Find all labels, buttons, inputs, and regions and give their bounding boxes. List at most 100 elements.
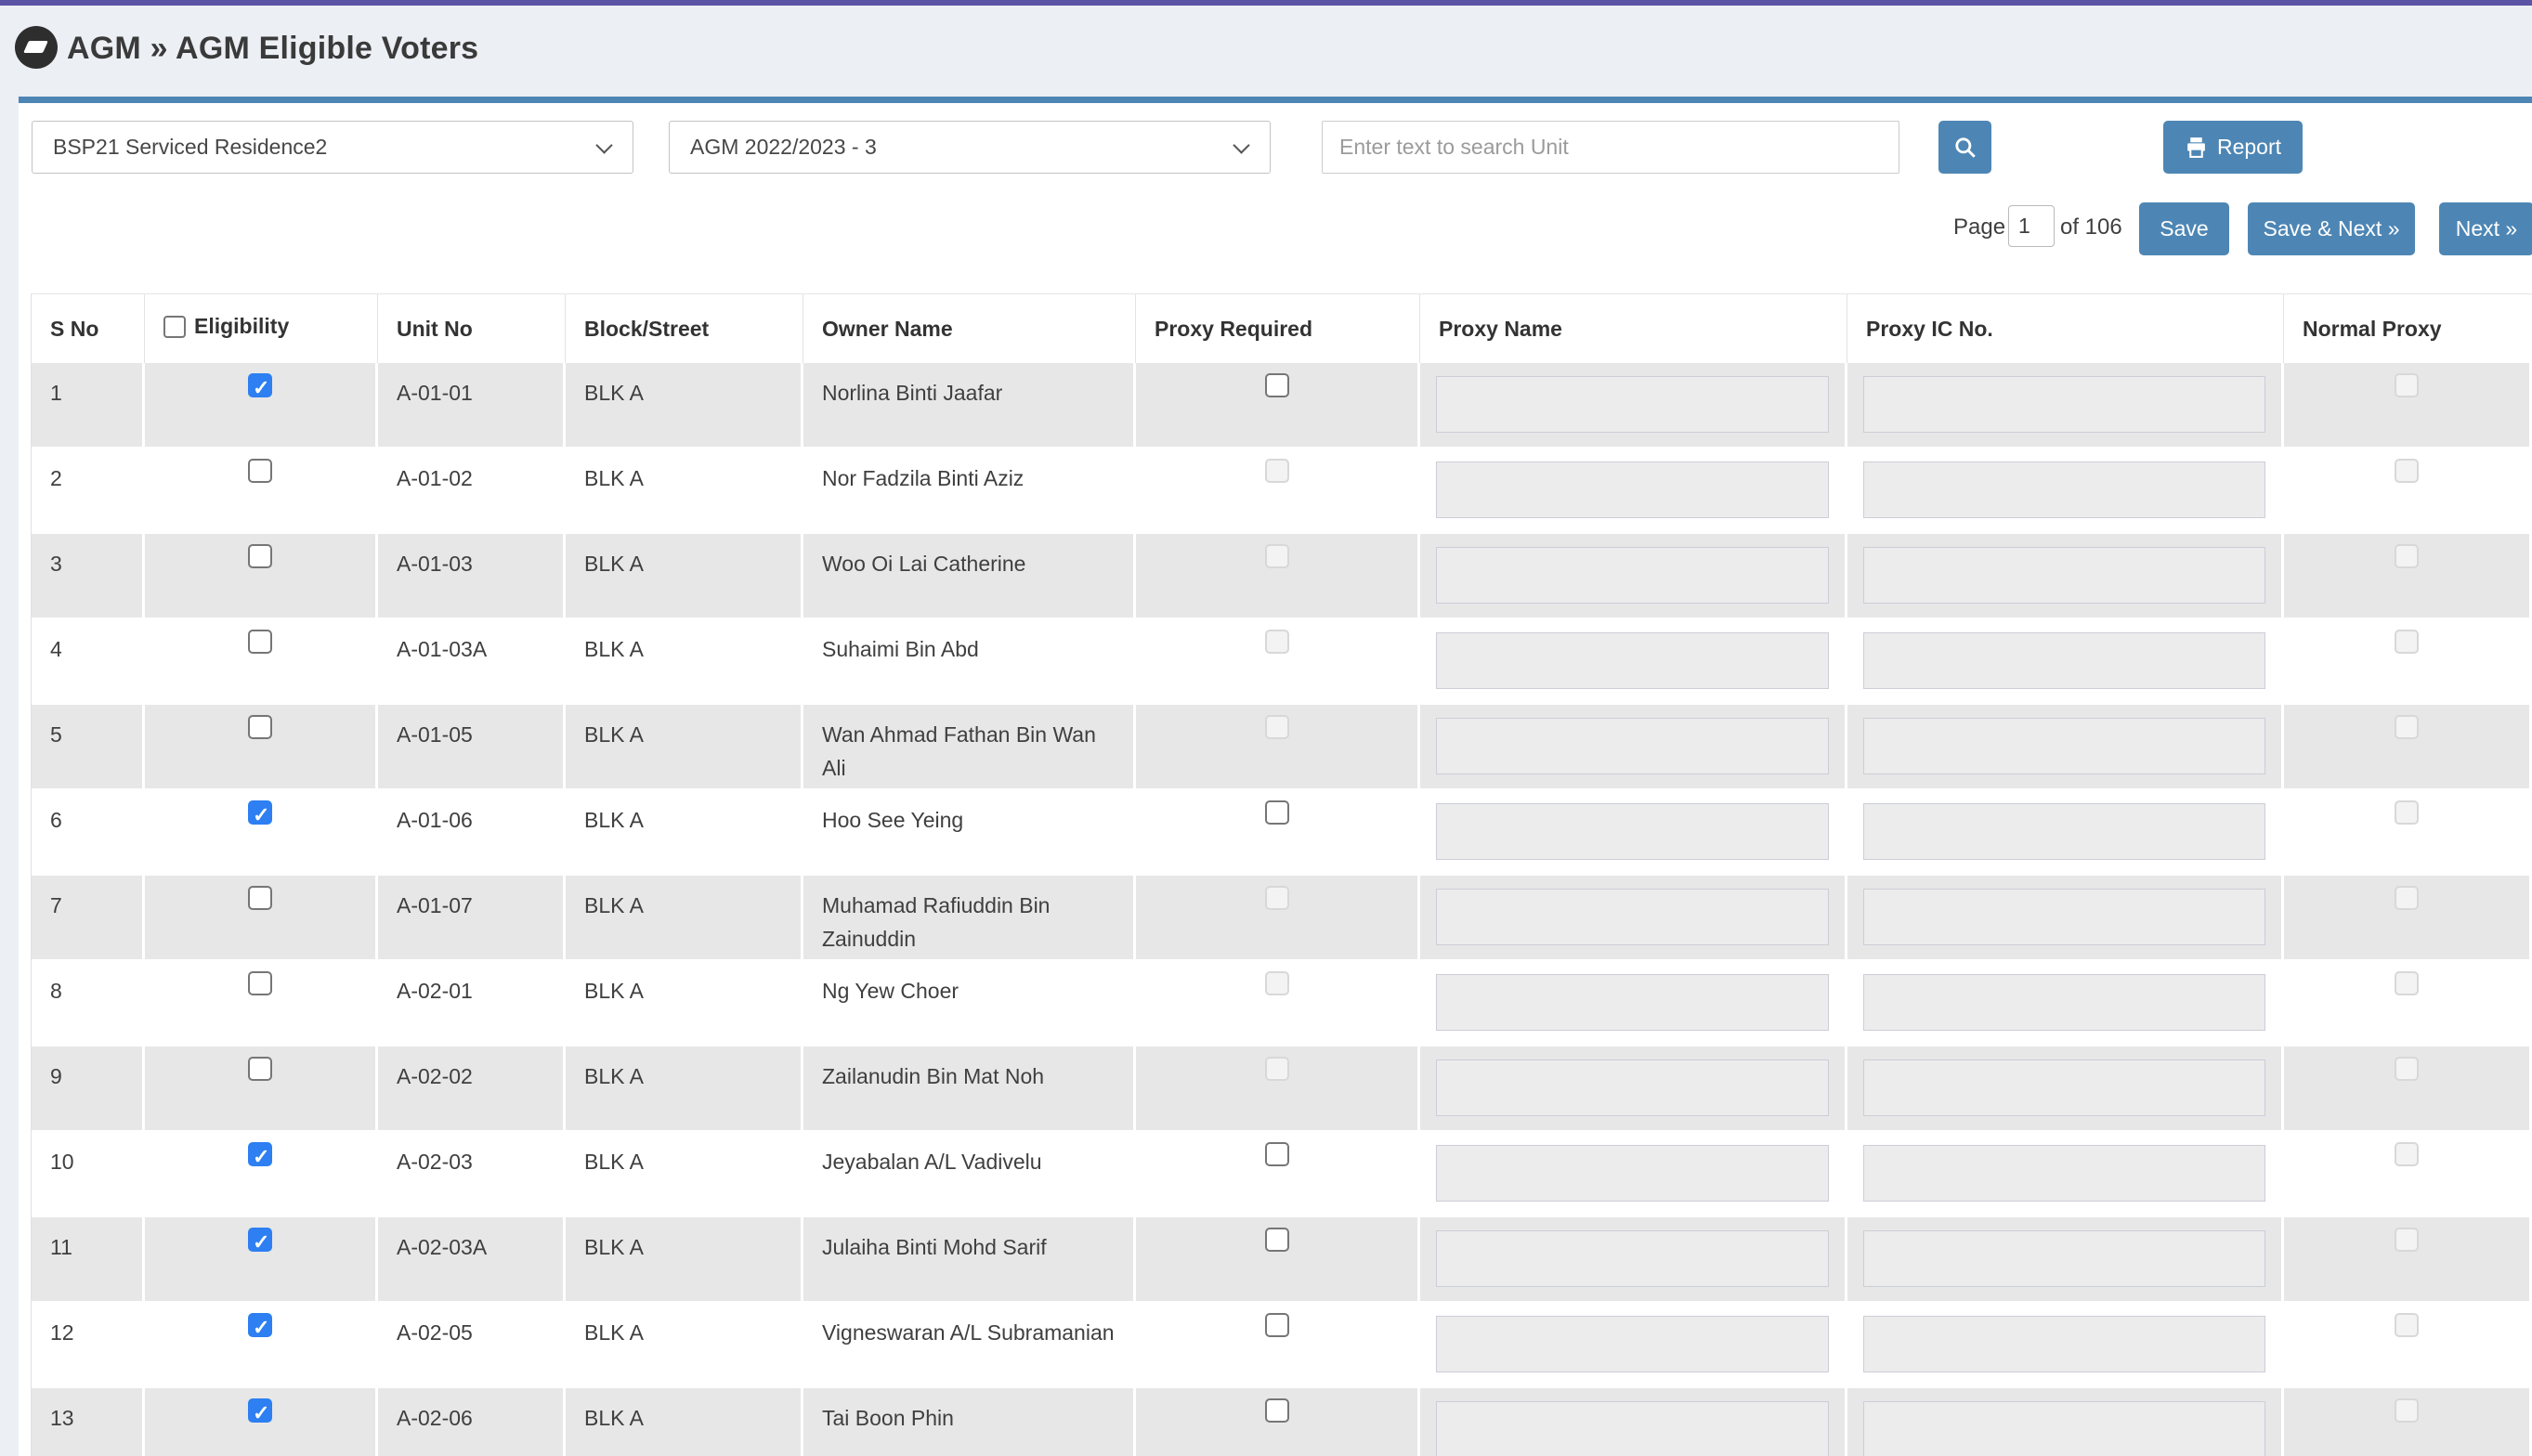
proxy-required-checkbox[interactable] [1265,800,1289,825]
block-street-cell: BLK A [566,1132,803,1217]
proxy-ic-cell [1847,876,2284,961]
eligibility-checkbox[interactable] [248,544,272,568]
next-button[interactable]: Next » [2439,202,2532,255]
proxy-ic-cell [1847,705,2284,790]
eligibility-checkbox[interactable] [248,886,272,910]
block-street-cell: BLK A [566,448,803,534]
proxy-ic-input [1863,1316,2265,1372]
proxy-ic-input [1863,462,2265,518]
block-street-cell: BLK A [566,1046,803,1132]
eligibility-cell [145,790,378,876]
page-total-label: of 106 [2060,214,2122,240]
proxy-name-cell [1420,1046,1847,1132]
search-button[interactable] [1938,121,1991,174]
proxy-required-checkbox[interactable] [1265,1228,1289,1252]
eligibility-cell [145,1132,378,1217]
table-row: 11 A-02-03A BLK A Julaiha Binti Mohd Sar… [32,1217,2532,1303]
owner-name-cell: Nor Fadzila Binti Aziz [803,448,1136,534]
proxy-required-cell [1136,363,1420,448]
unit-no-cell: A-01-02 [378,448,566,534]
voter-table-body: 1 A-01-01 BLK A Norlina Binti Jaafar 2 A… [32,363,2532,1456]
agm-select-value: AGM 2022/2023 - 3 [690,135,877,159]
proxy-required-cell [1136,876,1420,961]
normal-proxy-cell [2284,1132,2532,1217]
owner-name-cell: Tai Boon Phin [803,1388,1136,1456]
report-button-label: Report [2217,135,2281,160]
normal-proxy-cell [2284,876,2532,961]
proxy-required-cell [1136,790,1420,876]
normal-proxy-cell [2284,619,2532,705]
proxy-name-cell [1420,1303,1847,1388]
normal-proxy-cell [2284,1217,2532,1303]
proxy-ic-cell [1847,961,2284,1046]
eligibility-checkbox[interactable] [248,1057,272,1081]
logo-icon [15,26,58,69]
property-select[interactable]: BSP21 Serviced Residence2 [32,121,633,174]
block-street-cell: BLK A [566,363,803,448]
unit-no-cell: A-02-01 [378,961,566,1046]
printer-icon [2185,136,2208,159]
eligibility-checkbox[interactable] [248,630,272,654]
eligibility-cell [145,1388,378,1456]
normal-proxy-cell [2284,534,2532,619]
save-and-next-button[interactable]: Save & Next » [2248,202,2415,255]
s-no-cell: 12 [32,1303,145,1388]
proxy-required-cell [1136,1388,1420,1456]
proxy-ic-input [1863,974,2265,1031]
unit-no-cell: A-01-03 [378,534,566,619]
normal-proxy-checkbox [2395,971,2419,995]
eligibility-checkbox[interactable] [248,459,272,483]
table-row: 3 A-01-03 BLK A Woo Oi Lai Catherine [32,534,2532,619]
search-input[interactable] [1322,121,1899,174]
eligibility-cell [145,876,378,961]
save-button[interactable]: Save [2139,202,2229,255]
voters-table: S No Eligibility Unit No Block/Street Ow… [31,293,2532,1456]
normal-proxy-checkbox [2395,373,2419,397]
eligibility-cell [145,1303,378,1388]
proxy-required-checkbox[interactable] [1265,1313,1289,1337]
eligibility-checkbox[interactable] [248,373,272,397]
owner-name-cell: Suhaimi Bin Abd [803,619,1136,705]
eligibility-checkbox[interactable] [248,1398,272,1423]
unit-no-cell: A-01-07 [378,876,566,961]
select-all-eligibility-checkbox[interactable] [163,316,186,338]
eligibility-checkbox[interactable] [248,1313,272,1337]
proxy-required-checkbox [1265,1057,1289,1081]
proxy-required-checkbox[interactable] [1265,373,1289,397]
proxy-name-cell [1420,1132,1847,1217]
page-label: Page [1953,214,2005,240]
proxy-required-checkbox[interactable] [1265,1142,1289,1166]
s-no-cell: 3 [32,534,145,619]
eligibility-checkbox[interactable] [248,800,272,825]
header-unit-no: Unit No [378,294,566,363]
proxy-required-cell [1136,705,1420,790]
eligibility-checkbox[interactable] [248,1142,272,1166]
proxy-ic-input [1863,803,2265,860]
page-number-input[interactable] [2008,205,2055,247]
header-s-no: S No [32,294,145,363]
proxy-required-checkbox[interactable] [1265,1398,1289,1423]
report-button[interactable]: Report [2163,121,2303,174]
property-select-value: BSP21 Serviced Residence2 [53,135,327,159]
eligibility-checkbox[interactable] [248,715,272,739]
agm-select[interactable]: AGM 2022/2023 - 3 [669,121,1271,174]
unit-no-cell: A-01-06 [378,790,566,876]
normal-proxy-cell [2284,705,2532,790]
eligibility-cell [145,363,378,448]
proxy-ic-cell [1847,1303,2284,1388]
table-row: 4 A-01-03A BLK A Suhaimi Bin Abd [32,619,2532,705]
eligibility-checkbox[interactable] [248,1228,272,1252]
proxy-ic-input [1863,547,2265,604]
proxy-ic-cell [1847,1388,2284,1456]
proxy-name-cell [1420,619,1847,705]
eligibility-cell [145,619,378,705]
unit-no-cell: A-02-03 [378,1132,566,1217]
proxy-name-input [1436,718,1829,774]
normal-proxy-checkbox [2395,630,2419,654]
proxy-required-checkbox [1265,886,1289,910]
s-no-cell: 9 [32,1046,145,1132]
table-row: 6 A-01-06 BLK A Hoo See Yeing [32,790,2532,876]
proxy-required-cell [1136,619,1420,705]
eligibility-checkbox[interactable] [248,971,272,995]
proxy-name-cell [1420,1388,1847,1456]
